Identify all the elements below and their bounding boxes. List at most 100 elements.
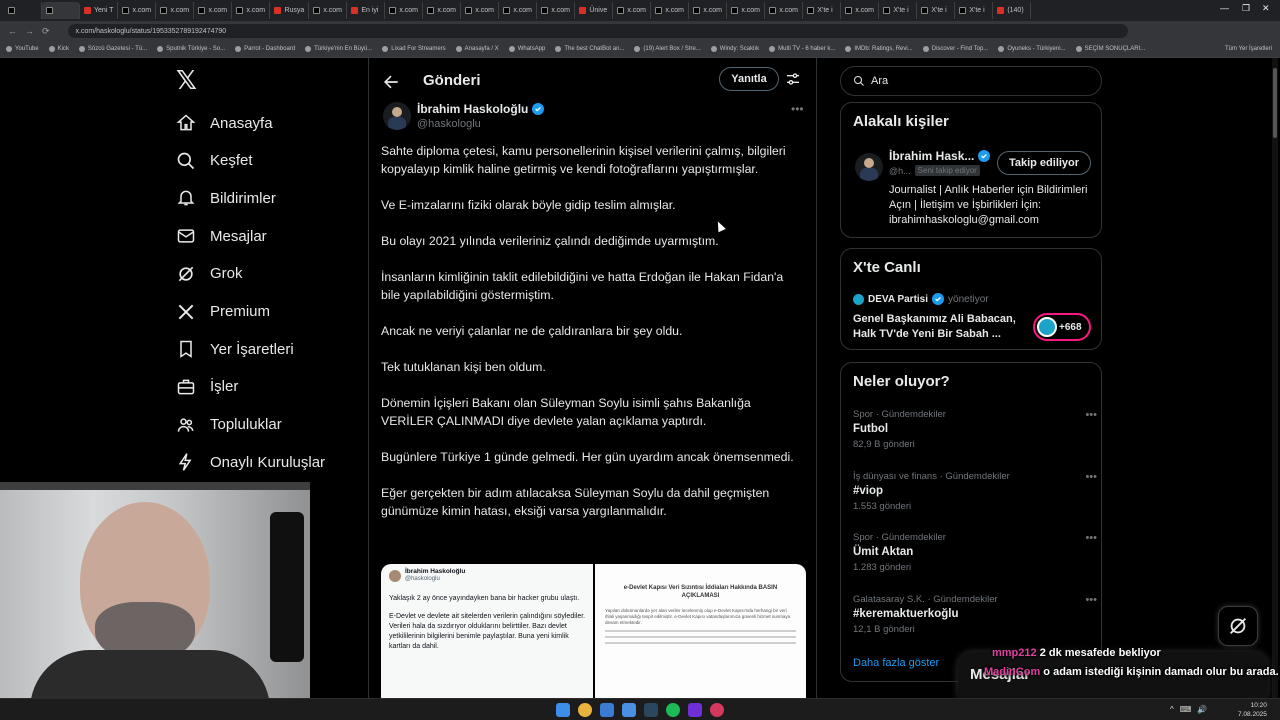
live-listener-count[interactable]: +668 [1033, 313, 1091, 341]
bookmark-item[interactable]: The best ChatBot an... [555, 46, 624, 52]
bookmark-item[interactable]: IMDb: Ratings, Revi... [845, 46, 913, 52]
url-field[interactable]: x.com/haskologlu/status/1953352789192474… [67, 24, 1128, 38]
x-logo-icon[interactable]: 𝕏 [176, 67, 200, 93]
trend-more-icon[interactable]: ••• [1085, 409, 1097, 421]
media-press-release[interactable]: e-Devlet Kapısı Veri Sızıntısı İddiaları… [595, 564, 806, 698]
search-box[interactable] [840, 66, 1102, 96]
browser-tab[interactable]: x.com [232, 2, 271, 19]
chrome-icon[interactable] [578, 703, 592, 717]
trend-more-icon[interactable]: ••• [1085, 471, 1097, 483]
browser-tab[interactable]: Yeni T [80, 2, 119, 19]
browser-tab[interactable] [42, 2, 80, 19]
trend-item[interactable]: Spor · Gündemdekiler Futbol 82,9 B gönderi… [853, 409, 1097, 450]
nav-item-4[interactable]: Mesajlar [176, 221, 267, 251]
browser-tab[interactable]: x.com [689, 2, 728, 19]
spotify-icon[interactable] [666, 703, 680, 717]
bookmark-item[interactable]: SEÇİM SONUÇLARI... [1075, 46, 1145, 52]
search-input[interactable] [871, 75, 1071, 87]
nav-item-1[interactable]: Anasayfa [176, 108, 273, 138]
start-icon[interactable] [556, 703, 570, 717]
bookmark-item[interactable]: Windy: Scaklık [710, 46, 759, 52]
related-name-row[interactable]: İbrahim Hask... [889, 149, 991, 163]
system-clock[interactable]: 10:20 7.08.2025 [1238, 701, 1267, 719]
close-window-icon[interactable]: ✕ [1262, 3, 1270, 14]
browser-tab[interactable]: x.com [499, 2, 538, 19]
nav-item-9[interactable]: Topluluklar [176, 410, 282, 440]
browser-tab[interactable]: X'te i [803, 2, 842, 19]
obs-icon[interactable] [710, 703, 724, 717]
bookmark-item[interactable]: Parrot - Dashboard [235, 46, 295, 52]
back-nav-icon[interactable]: ← [8, 26, 17, 36]
browser-tab[interactable]: x.com [613, 2, 652, 19]
browser-tab[interactable]: x.com [194, 2, 233, 19]
nav-item-2[interactable]: Keşfet [176, 146, 253, 176]
browser-tab[interactable]: Ünive [575, 2, 614, 19]
nav-item-6[interactable]: Premium [176, 297, 270, 327]
browser-tab[interactable]: En iyi [347, 2, 386, 19]
bookmark-item[interactable]: Lixad For Streamers [382, 46, 446, 52]
forward-nav-icon[interactable]: → [25, 26, 34, 36]
page-scrollbar[interactable] [1272, 58, 1278, 698]
nav-item-8[interactable]: İşler [176, 372, 238, 402]
nav-item-7[interactable]: Yer İşaretleri [176, 334, 294, 364]
browser-tab[interactable]: X'te i [879, 2, 918, 19]
live-space-title[interactable]: Genel Başkanımız Ali Babacan, Halk TV'de… [853, 312, 1033, 342]
back-arrow-icon[interactable] [381, 72, 401, 92]
bookmark-item[interactable]: Discover - Find Top... [922, 46, 988, 52]
app-icon[interactable] [688, 703, 702, 717]
more-options-icon[interactable]: ••• [791, 102, 804, 116]
all-bookmarks[interactable]: Tüm Yer İşaretleri [1225, 46, 1272, 52]
browser-tab[interactable]: x.com [537, 2, 576, 19]
browser-tab[interactable]: x.com [118, 2, 157, 19]
bookmark-item[interactable]: YouTube [6, 46, 39, 52]
browser-tab[interactable]: x.com [309, 2, 348, 19]
related-avatar[interactable] [855, 153, 883, 181]
trend-more-icon[interactable]: ••• [1085, 532, 1097, 544]
bookmark-item[interactable]: Oyuneks - Türkiyeni... [998, 46, 1066, 52]
browser-tab[interactable]: x.com [423, 2, 462, 19]
trend-more-icon[interactable]: ••• [1085, 594, 1097, 606]
bookmark-item[interactable]: (19) Alert Box / Stre... [634, 46, 701, 52]
scrollbar-thumb[interactable] [1273, 68, 1277, 138]
nav-item-10[interactable]: Onaylı Kuruluşlar [176, 447, 325, 477]
browser-tab[interactable]: x.com [651, 2, 690, 19]
trend-item[interactable]: İş dünyası ve finans · Gündemdekiler #vio… [853, 471, 1097, 512]
browser-tab[interactable]: x.com [727, 2, 766, 19]
live-card[interactable]: X'te Canlı DEVA Partisi yönetiyor Genel … [840, 248, 1102, 350]
bookmark-item[interactable]: Anasayfa / X [455, 46, 499, 52]
app-icon[interactable] [622, 703, 636, 717]
media-screenshot-tweet[interactable]: İbrahim Haskoloğlu @haskologlu Yaklaşık … [381, 564, 593, 698]
browser-tab[interactable]: x.com [765, 2, 804, 19]
bookmark-item[interactable]: Kick [48, 46, 69, 52]
post-media[interactable]: İbrahim Haskoloğlu @haskologlu Yaklaşık … [381, 564, 806, 698]
browser-tab[interactable]: x.com [841, 2, 880, 19]
show-more-link[interactable]: Daha fazla göster [853, 657, 939, 669]
nav-item-5[interactable]: Grok [176, 259, 243, 289]
sliders-icon[interactable] [785, 71, 801, 87]
browser-tab[interactable]: X'te i [955, 2, 994, 19]
browser-tab[interactable]: x.com [156, 2, 195, 19]
author-handle[interactable]: @haskologlu [417, 118, 481, 130]
maximize-icon[interactable]: ❐ [1242, 3, 1250, 14]
author-name-row[interactable]: İbrahim Haskoloğlu [417, 102, 545, 116]
system-tray[interactable]: ^ ⌨ 🔊 [1170, 705, 1207, 714]
bookmark-item[interactable]: Türkiye'nin En Büyü... [305, 46, 372, 52]
author-avatar[interactable] [383, 102, 411, 130]
browser-tab[interactable]: (140) [993, 2, 1032, 19]
browser-tab[interactable] [4, 2, 42, 19]
minimize-icon[interactable]: — [1220, 3, 1229, 13]
reload-icon[interactable]: ⟳ [42, 26, 50, 37]
bookmark-item[interactable]: WhatsApp [508, 46, 545, 52]
browser-tab[interactable]: Rusya [270, 2, 310, 19]
browser-tab[interactable]: X'te i [917, 2, 956, 19]
following-button[interactable]: Takip ediliyor [997, 151, 1091, 175]
bookmark-item[interactable]: Multi TV - 6 haber k... [769, 46, 835, 52]
grok-button[interactable] [1218, 606, 1258, 646]
bookmark-item[interactable]: Sözcü Gazetesi - Tü... [78, 46, 147, 52]
trend-item[interactable]: Galatasaray S.K. · Gündemdekiler #keremak… [853, 594, 1097, 635]
steam-icon[interactable] [644, 703, 658, 717]
reply-button[interactable]: Yanıtla [719, 67, 779, 91]
browser-tab[interactable]: x.com [461, 2, 500, 19]
browser-tab[interactable]: x.com [385, 2, 424, 19]
explorer-icon[interactable] [600, 703, 614, 717]
